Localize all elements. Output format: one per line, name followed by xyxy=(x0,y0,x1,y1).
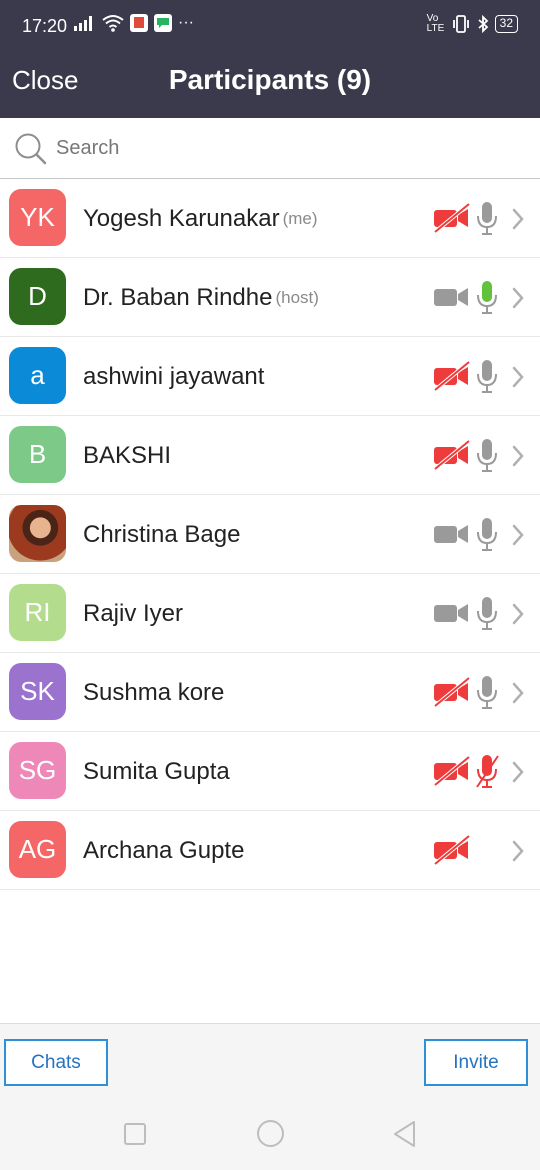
chevron-right-icon[interactable] xyxy=(510,838,526,864)
participant-row[interactable]: RI Rajiv Iyer xyxy=(0,574,540,653)
participant-name: ashwini jayawant xyxy=(83,362,265,390)
status-left-icons: ··· xyxy=(74,14,194,32)
status-bar: 17:20 ··· Vo LTE 32 xyxy=(0,0,540,52)
participant-role-tag: (host) xyxy=(275,287,319,307)
participant-row[interactable]: SG Sumita Gupta xyxy=(0,732,540,811)
participant-name: Yogesh Karunakar xyxy=(83,204,280,232)
video-off-icon xyxy=(433,676,471,708)
participant-name: Sushma kore xyxy=(83,678,225,706)
volte-icon: Vo LTE xyxy=(426,13,445,34)
chats-button[interactable]: Chats xyxy=(4,1039,108,1086)
avatar-photo xyxy=(9,505,66,562)
header: Close Participants (9) xyxy=(0,52,540,118)
participant-name-wrap: ashwini jayawant xyxy=(83,337,264,416)
more-notifications-icon: ··· xyxy=(178,14,194,31)
participant-name-wrap: Yogesh Karunakar (me) xyxy=(83,179,318,258)
wifi-icon xyxy=(102,15,124,32)
avatar: YK xyxy=(9,189,66,246)
chevron-right-icon[interactable] xyxy=(510,601,526,627)
chevron-right-icon[interactable] xyxy=(510,206,526,232)
video-off-icon xyxy=(433,360,471,392)
search-input[interactable] xyxy=(56,132,516,164)
mic-icon xyxy=(474,200,500,236)
video-on-icon xyxy=(433,598,471,628)
participant-name: BAKSHI xyxy=(83,441,172,469)
participant-role-tag: (me) xyxy=(282,208,318,228)
video-off-icon xyxy=(433,755,471,787)
avatar: D xyxy=(9,268,66,325)
recent-apps-icon[interactable] xyxy=(124,1123,146,1145)
video-off-icon xyxy=(433,202,471,234)
avatar: SG xyxy=(9,742,66,799)
chat-notification-icon xyxy=(154,14,172,32)
battery-icon: 32 xyxy=(494,15,518,33)
video-off-icon xyxy=(433,834,471,866)
participant-name-wrap: Sushma kore xyxy=(83,653,224,732)
participant-name: Christina Bage xyxy=(83,520,241,548)
search-icon xyxy=(15,133,47,165)
participant-name-wrap: Rajiv Iyer xyxy=(83,574,183,653)
participant-row[interactable]: a ashwini jayawant xyxy=(0,337,540,416)
signal-icon xyxy=(74,16,92,31)
video-off-icon xyxy=(433,439,471,471)
mic-icon xyxy=(474,516,500,552)
video-on-icon xyxy=(433,519,471,549)
page-title: Participants (9) xyxy=(168,64,372,95)
participant-name-wrap: Archana Gupte xyxy=(83,811,244,890)
avatar: a xyxy=(9,347,66,404)
mic-icon xyxy=(474,595,500,631)
participant-row[interactable]: SK Sushma kore xyxy=(0,653,540,732)
chevron-right-icon[interactable] xyxy=(510,680,526,706)
participant-name: Rajiv Iyer xyxy=(83,599,184,627)
home-icon[interactable] xyxy=(257,1120,284,1147)
participant-row[interactable]: B BAKSHI xyxy=(0,416,540,495)
mic-active-icon xyxy=(474,279,500,315)
chevron-right-icon[interactable] xyxy=(510,364,526,390)
mic-off-icon xyxy=(474,753,500,789)
participant-row[interactable]: D Dr. Baban Rindhe (host) xyxy=(0,258,540,337)
invite-button[interactable]: Invite xyxy=(424,1039,528,1086)
navigation-bar xyxy=(0,1098,540,1170)
participant-name-wrap: Sumita Gupta xyxy=(83,732,230,811)
participant-row[interactable]: Christina Bage xyxy=(0,495,540,574)
status-time: 17:20 xyxy=(22,16,68,36)
participant-name-wrap: Dr. Baban Rindhe (host) xyxy=(83,258,319,337)
chevron-right-icon[interactable] xyxy=(510,285,526,311)
bluetooth-icon xyxy=(478,15,488,33)
participant-name: Dr. Baban Rindhe xyxy=(83,283,273,311)
participant-name-wrap: Christina Bage xyxy=(83,495,240,574)
chevron-right-icon[interactable] xyxy=(510,522,526,548)
search-bar xyxy=(0,118,540,179)
vibrate-icon xyxy=(452,15,469,33)
chevron-right-icon[interactable] xyxy=(510,443,526,469)
participant-name-wrap: BAKSHI xyxy=(83,416,171,495)
footer: Chats Invite xyxy=(0,1023,540,1098)
avatar: SK xyxy=(9,663,66,720)
avatar: RI xyxy=(9,584,66,641)
video-on-icon xyxy=(433,282,471,312)
participant-list: YK Yogesh Karunakar (me) D Dr. Baban Rindhe(… xyxy=(0,179,540,890)
status-right-icons: Vo LTE 32 xyxy=(427,14,518,34)
participant-name: Sumita Gupta xyxy=(83,757,230,785)
mic-icon xyxy=(474,358,500,394)
notification-flag-icon xyxy=(130,14,148,32)
avatar: AG xyxy=(9,821,66,878)
participant-name: Archana Gupte xyxy=(83,836,245,864)
chevron-right-icon[interactable] xyxy=(510,759,526,785)
mic-icon xyxy=(474,674,500,710)
avatar: B xyxy=(9,426,66,483)
mic-icon xyxy=(474,437,500,473)
participant-row[interactable]: YK Yogesh Karunakar (me) xyxy=(0,179,540,258)
back-icon[interactable] xyxy=(392,1120,418,1148)
participant-row[interactable]: AG Archana Gupte xyxy=(0,811,540,890)
